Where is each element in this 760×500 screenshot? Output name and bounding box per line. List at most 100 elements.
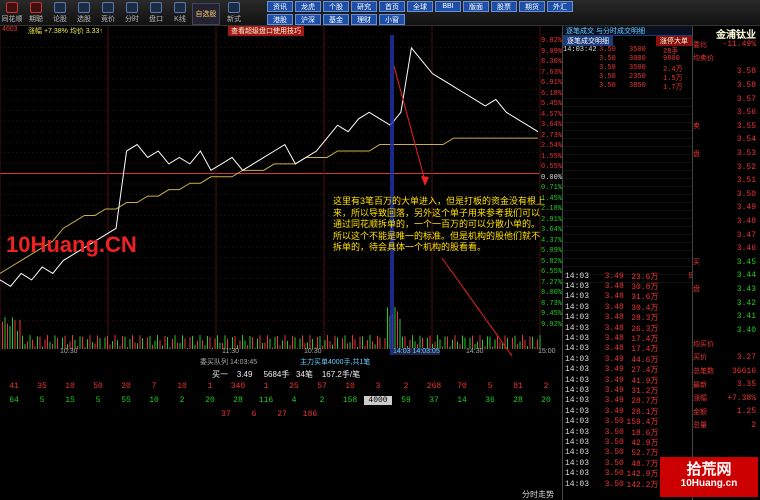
deal-cell: 14:03 [565, 448, 590, 458]
volume-bar [39, 336, 41, 349]
quick-btn-5[interactable]: 全球 [407, 1, 433, 12]
volume-bar [332, 344, 333, 349]
volume-bar [282, 340, 283, 349]
quick-btn-13[interactable]: 基金 [323, 14, 349, 25]
volume-bar [114, 335, 116, 349]
queue-cell: 340 [230, 382, 246, 391]
queue-cell: 4000 [364, 396, 392, 405]
volume-bar [372, 341, 373, 349]
toolbar-btn-1[interactable]: 期聪 [24, 0, 48, 25]
quick-btn-3[interactable]: 研究 [351, 1, 377, 12]
quote-value: +7.38% [727, 393, 756, 403]
volume-bar [37, 336, 38, 349]
deal-cell: 3.48 [604, 302, 624, 312]
quote-value: 3.49 [736, 203, 756, 213]
tick-cell [563, 82, 599, 91]
deal-cell: 14:03 [565, 479, 590, 489]
quick-btn-11[interactable]: 港股 [267, 14, 293, 25]
queue-cell: 268 [426, 382, 442, 391]
tick-row-empty [563, 99, 693, 107]
deal-cell: 3.49 [604, 365, 624, 375]
new-style-button[interactable]: 新式 [222, 0, 246, 25]
quick-btn-7[interactable]: 版面 [463, 1, 489, 12]
quick-btn-15[interactable]: 小窗 [379, 14, 405, 25]
deal-cell: 27.4万 [631, 366, 659, 376]
toolbar-btn-5[interactable]: 分时 [120, 0, 144, 25]
intraday-trend-button[interactable]: 分时走势 [522, 489, 554, 500]
volume-bar [337, 337, 338, 349]
quick-btn-1[interactable]: 龙虎 [295, 1, 321, 12]
toolbar-btn-2[interactable]: 论股 [48, 0, 72, 25]
deal-row: 14:03 3.49 27.4万 [563, 365, 693, 375]
volume-bar [297, 348, 298, 349]
volume-bar [362, 336, 363, 349]
volume-bar [194, 344, 196, 349]
volume-bar [54, 335, 56, 349]
toolbar-btn-7[interactable]: K线 [168, 0, 192, 25]
quick-btn-8[interactable]: 股票 [491, 1, 517, 12]
queue-cell: 4 [291, 396, 297, 405]
volume-bar [192, 335, 193, 349]
volume-bar [264, 342, 266, 349]
quick-btn-0[interactable]: 资讯 [267, 1, 293, 12]
volume-bar [172, 338, 173, 349]
volume-bar [419, 335, 421, 349]
deal-row: 14:03 3.48 31.6万 [563, 292, 693, 302]
volume-bar [139, 335, 141, 349]
volume-bar [147, 337, 148, 349]
annotation-text: 这里有3笔百万的大单进入，但是打板的资金没有根上来，所以导致回落，另外这个单子用… [333, 196, 546, 252]
volume-bar [164, 336, 166, 349]
self-select-box[interactable]: 自选股 [192, 3, 220, 25]
volume-bar [457, 341, 458, 349]
volume-bar [322, 345, 323, 349]
toolbar-icon [174, 2, 186, 13]
volume-bar [12, 317, 13, 349]
quick-btn-12[interactable]: 沪深 [295, 14, 321, 25]
tick-row-empty [563, 179, 693, 187]
quick-btn-14[interactable]: 理财 [351, 14, 377, 25]
volume-bar [292, 335, 293, 349]
quote-value: 3.35 [736, 380, 756, 390]
toolbar-items: 同花顺 期聪 论股 选股 竞价 分时 盘口 K线 [0, 0, 192, 25]
quick-btn-6[interactable]: BBI [435, 1, 461, 12]
quote-row: 3.54 [693, 133, 760, 147]
tick-row: 3.50 3850 1.7万 [563, 82, 693, 92]
quote-value: 3.53 [736, 149, 756, 159]
volume-bar [367, 339, 368, 349]
main-buy-info: 主力买单4000手,共1笔 [300, 359, 371, 366]
toolbar-btn-4[interactable]: 竞价 [96, 0, 120, 25]
tick-row-empty [563, 195, 693, 203]
quick-btn-9[interactable]: 期货 [519, 1, 545, 12]
deal-cell: 142.9万 [626, 470, 659, 480]
arrow-head [421, 176, 429, 186]
volume-bar [197, 340, 198, 349]
volume-bar [137, 343, 138, 349]
volume-bar [217, 335, 218, 349]
queue-cell: 50 [93, 382, 103, 391]
tick-row: 14:03:42 3.50 3500 28手 [563, 46, 693, 56]
quick-btn-10[interactable]: 外汇 [547, 1, 573, 12]
quick-btn-2[interactable]: 个股 [323, 1, 349, 12]
pct-label: 3.64% [541, 121, 563, 129]
tab-trade-detail[interactable]: 逐笔成交明细 [563, 36, 613, 46]
quick-btn-4[interactable]: 首页 [379, 1, 405, 12]
cursor-band [390, 35, 394, 355]
volume-bar [19, 319, 21, 349]
toolbar-btn-0[interactable]: 同花顺 [0, 0, 24, 25]
quote-row: 总量 2 [693, 419, 760, 433]
deal-row: 14:03 3.49 41.9万 [563, 375, 693, 386]
toolbar-btn-3[interactable]: 选股 [72, 0, 96, 25]
volume-bar [287, 340, 288, 349]
toolbar-btn-6[interactable]: 盘口 [144, 0, 168, 25]
volume-bar [484, 346, 486, 349]
pct-label: 1.55% [541, 152, 563, 161]
tick-row-empty [563, 91, 693, 99]
tab-limit-up-big[interactable]: 涨停大单 [656, 36, 692, 46]
pct-label: 6.55% [541, 268, 563, 276]
intraday-chart[interactable] [0, 26, 562, 356]
volume-bar [327, 335, 328, 349]
quote-row: 盘 3.43 [693, 283, 760, 297]
queue-cell: 36 [485, 396, 495, 405]
quote-row: 买 3.45 [693, 256, 760, 270]
pct-label: 4.57% [541, 110, 563, 119]
